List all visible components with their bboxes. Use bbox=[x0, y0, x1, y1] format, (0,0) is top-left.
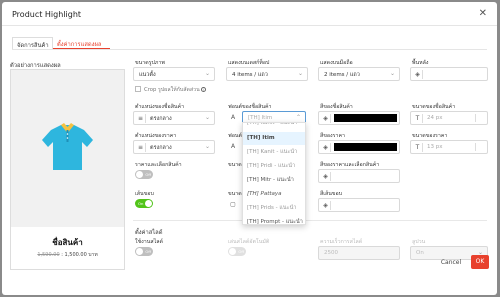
font-option[interactable]: [TH] Pattaya bbox=[243, 188, 305, 201]
border-color-label: สีเส้นขอบ bbox=[320, 191, 343, 197]
use-slide-label: ใช้งานสไลด์ bbox=[135, 239, 163, 245]
chevron-down-icon: ⌄ bbox=[204, 114, 210, 121]
name-size-label: ขนาดของชื่อสินค้า bbox=[412, 104, 456, 110]
crop-checkbox[interactable] bbox=[135, 86, 141, 92]
align-center-icon: ≡ bbox=[136, 143, 146, 152]
background-label: พื้นหลัง bbox=[412, 60, 429, 66]
close-icon[interactable]: ✕ bbox=[479, 8, 487, 19]
font-option[interactable]: [TH] Kanit - แนะนำ bbox=[243, 123, 305, 130]
price-select-label: ราคาและเลือกสินค้า bbox=[135, 162, 182, 168]
name-position-select[interactable]: ≡ ตรงกลาง ⌄ bbox=[133, 111, 215, 125]
name-color-picker[interactable]: ◈ bbox=[318, 111, 400, 125]
paint-bucket-icon: ◈ bbox=[321, 201, 331, 210]
font-option-selected[interactable]: [TH] Itim bbox=[243, 132, 305, 145]
slide-speed-label: ความเร็วการสไลด์ bbox=[320, 239, 363, 245]
price-select-toggle[interactable]: Off bbox=[135, 170, 153, 179]
tab-manage-products[interactable]: จัดการสินค้า bbox=[12, 37, 53, 49]
font-option[interactable]: [TH] Pridi - แนะนำ bbox=[243, 160, 305, 173]
loop-label: ลูปวน bbox=[412, 239, 426, 245]
product-image bbox=[11, 70, 124, 227]
modal-title: Product Highlight bbox=[12, 10, 82, 19]
price-size-input[interactable]: T 13 px bbox=[410, 140, 488, 154]
name-color-label: สีของชื่อสินค้า bbox=[320, 104, 353, 110]
price-color-picker[interactable]: ◈ bbox=[318, 140, 400, 154]
font-option[interactable]: [TH] Kanit - แนะนำ bbox=[243, 146, 305, 159]
chevron-down-icon: ⌄ bbox=[389, 70, 395, 77]
mobile-items-label: แสดงบนมือถือ bbox=[320, 60, 353, 66]
align-center-icon: ≡ bbox=[136, 114, 146, 123]
desktop-items-label: แสดงบนเดสก์ท็อป bbox=[228, 60, 270, 66]
font-dropdown-menu: [TH] Kanit - แนะนำ [TH] Itim [TH] Kanit … bbox=[242, 122, 306, 225]
font-icon: A bbox=[230, 114, 236, 121]
color-swatch bbox=[334, 114, 397, 122]
paint-bucket-icon: ◈ bbox=[413, 70, 423, 79]
old-price: 1,590.00 bbox=[37, 252, 60, 258]
text-size-icon: T bbox=[413, 143, 423, 152]
slide-speed-input[interactable]: 2500 bbox=[318, 246, 400, 260]
tab-display-settings[interactable]: ตั้งค่าการแสดงผล bbox=[53, 37, 110, 49]
auto-slide-label: เล่นสไลด์อัตโนมัติ bbox=[228, 239, 270, 245]
image-size-select[interactable]: แนวตั้ง ⌄ bbox=[133, 67, 215, 81]
ok-button[interactable]: OK bbox=[471, 255, 489, 269]
border-size-field: ▢ bbox=[226, 198, 242, 212]
product-preview-card: ชื่อสินค้า 1,590.00 : 1,500.00 บาท bbox=[10, 69, 125, 270]
desktop-items-select[interactable]: 4 items / แถว ⌄ bbox=[226, 67, 308, 81]
background-color-picker[interactable]: ◈ bbox=[410, 67, 488, 81]
tab-divider bbox=[12, 49, 487, 50]
chevron-down-icon: ⌄ bbox=[204, 70, 210, 77]
border-icon: ▢ bbox=[230, 201, 236, 208]
price-select-size-label: ขนาด bbox=[228, 162, 242, 168]
chevron-down-icon: ⌄ bbox=[204, 143, 210, 150]
product-name: ชื่อสินค้า bbox=[52, 238, 83, 247]
info-icon: i bbox=[200, 87, 206, 92]
use-slide-toggle[interactable]: Off bbox=[135, 247, 153, 256]
price-font-label: ฟอนต์ bbox=[228, 133, 242, 139]
paint-bucket-icon: ◈ bbox=[321, 172, 331, 181]
price-select-color-label: สีของราคาและเลือกสินค้า bbox=[320, 162, 380, 168]
price-size-label: ขนาดของราคา bbox=[412, 133, 448, 139]
new-price: 1,500.00 บาท bbox=[64, 252, 98, 258]
product-highlight-modal: Product Highlight ✕ จัดการสินค้า ตั้งค่า… bbox=[2, 2, 497, 295]
font-option[interactable]: [TH] Mitr - แนะนำ bbox=[243, 174, 305, 187]
price-select-color-picker[interactable]: ◈ bbox=[318, 169, 400, 183]
border-color-picker[interactable]: ◈ bbox=[318, 198, 400, 212]
section-divider bbox=[133, 220, 487, 221]
name-position-label: ตำแหน่งของชื่อสินค้า bbox=[135, 104, 185, 110]
paint-bucket-icon: ◈ bbox=[321, 114, 331, 123]
mobile-items-select[interactable]: 2 items / แถว ⌄ bbox=[318, 67, 400, 81]
name-size-input[interactable]: T 24 px bbox=[410, 111, 488, 125]
product-price: 1,590.00 : 1,500.00 บาท bbox=[37, 252, 98, 258]
price-position-select[interactable]: ≡ ตรงกลาง ⌄ bbox=[133, 140, 215, 154]
border-label: เส้นขอบ bbox=[135, 191, 154, 197]
font-option[interactable]: [TH] Prompt - แนะนำ bbox=[243, 216, 305, 224]
border-toggle[interactable]: On bbox=[135, 199, 153, 208]
image-size-label: ขนาดรูปภาพ bbox=[135, 60, 165, 66]
font-option[interactable]: [TH] Prids - แนะนำ bbox=[243, 202, 305, 215]
modal-header: Product Highlight ✕ bbox=[2, 2, 497, 26]
text-size-icon: T bbox=[413, 114, 423, 123]
font-icon: A bbox=[230, 143, 236, 150]
name-font-label: ฟอนต์ของชื่อสินค้า bbox=[228, 104, 272, 110]
shirt-icon bbox=[42, 123, 93, 170]
border-size-label: ขนาด bbox=[228, 191, 242, 197]
color-swatch bbox=[334, 143, 397, 151]
auto-slide-toggle[interactable]: Off bbox=[228, 247, 246, 256]
crop-label: Crop รูปผลให้กับสัดส่วน i bbox=[144, 86, 206, 94]
chevron-down-icon: ⌄ bbox=[297, 70, 303, 77]
chevron-up-icon: ⌃ bbox=[295, 114, 301, 121]
price-color-label: สีของราคา bbox=[320, 133, 345, 139]
price-font-field: A bbox=[226, 140, 242, 154]
price-position-label: ตำแหน่งของราคา bbox=[135, 133, 177, 139]
cancel-button[interactable]: Cancel bbox=[436, 256, 466, 269]
paint-bucket-icon: ◈ bbox=[321, 143, 331, 152]
slide-settings-title: ตั้งค่าสไลด์ bbox=[135, 230, 163, 236]
